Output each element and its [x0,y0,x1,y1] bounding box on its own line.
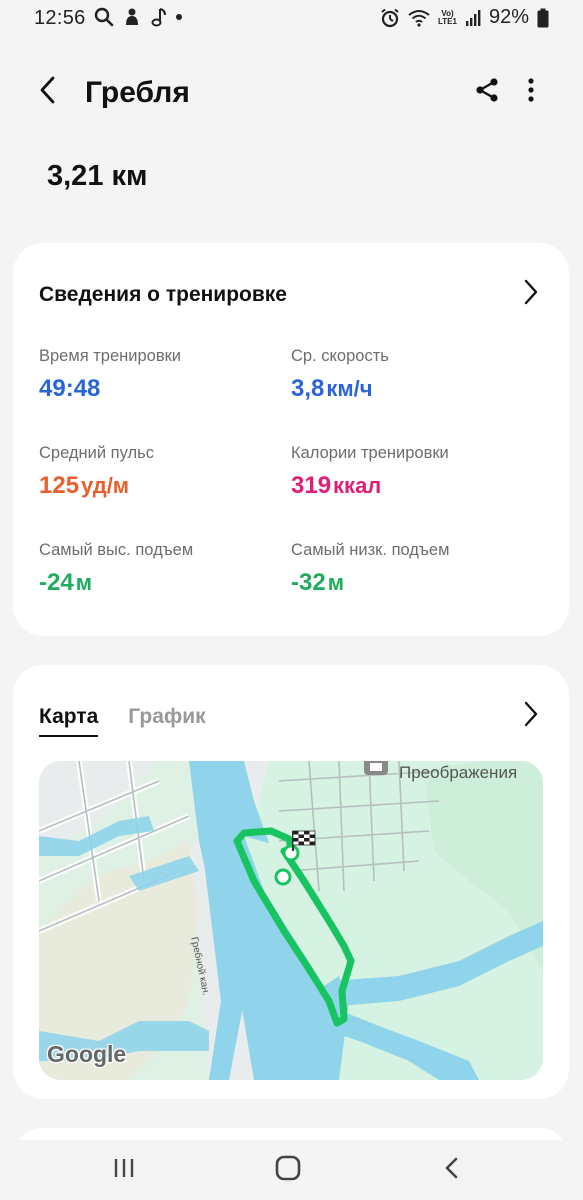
app-bar: Гребля [0,60,583,124]
stat-value: -32м [291,569,344,596]
status-bar: 12:56 Vo) LTE1 92% [0,0,583,36]
share-icon [474,77,500,108]
share-button[interactable] [470,74,504,110]
recent-apps-button[interactable] [104,1154,144,1186]
stat-unit: м [327,570,344,595]
stat-label: Средний пульс [39,444,154,462]
home-icon [275,1155,301,1186]
stat-avg-heart-rate: Средний пульс 125уд/м [39,444,279,500]
back-button[interactable] [30,74,66,110]
alarm-icon [380,7,400,29]
more-vert-icon [527,77,535,108]
stat-avg-speed: Ср. скорость 3,8км/ч [291,347,531,403]
map-open-button[interactable] [517,699,545,733]
total-distance: 3,21 км [47,160,148,192]
stat-unit: уд/м [81,473,130,498]
stat-value: -24м [39,569,92,596]
wifi-icon [408,7,430,29]
map-card: Карта График Преображения Гребной кан. G… [13,665,569,1099]
volte-icon: Vo) LTE1 [438,8,457,26]
back-nav-button[interactable] [432,1154,472,1186]
stat-label: Ср. скорость [291,347,389,365]
map-canvas [39,761,543,1080]
stat-workout-time: Время тренировки 49:48 [39,347,279,403]
stat-max-elevation: Самый выс. подъем -24м [39,541,279,597]
stat-unit: км/ч [326,376,373,401]
signal-icon [465,7,481,29]
stat-value: 319ккал [291,472,382,499]
battery-icon [537,7,549,29]
status-left-icons [94,6,183,28]
music-note-icon [150,6,166,28]
workout-details-card: Сведения о тренировке Время тренировки 4… [13,243,569,636]
tab-map[interactable]: Карта [39,705,99,737]
map-place-label: Преображения [399,763,518,782]
stat-value: 49:48 [39,375,101,402]
google-logo: Google [47,1041,127,1067]
home-button[interactable] [268,1154,308,1186]
workout-details-header: Сведения о тренировке [39,283,287,306]
search-icon [94,6,114,28]
stat-label: Время тренировки [39,347,182,365]
stat-label: Калории тренировки [291,444,449,462]
status-time: 12:56 [34,7,86,29]
stat-calories: Калории тренировки 319ккал [291,444,531,500]
back-nav-icon [444,1156,460,1185]
workout-details-open-button[interactable] [517,277,545,311]
status-right-icons: Vo) LTE1 92% [380,6,549,29]
more-notifications-dot-icon [175,6,183,28]
app-notification-icon [123,6,141,28]
stat-label: Самый низк. подъем [291,541,450,559]
route-map[interactable]: Преображения Гребной кан. Google [39,761,543,1080]
chevron-right-icon [523,278,539,311]
stat-unit: м [75,570,92,595]
stat-min-elevation: Самый низк. подъем -32м [291,541,531,597]
arrow-back-icon [38,75,58,110]
stat-label: Самый выс. подъем [39,541,194,559]
page-title: Гребля [85,76,190,109]
stat-value: 125уд/м [39,472,130,499]
chevron-right-icon [523,700,539,733]
map-tabs: Карта График [39,705,206,737]
battery-percent: 92% [488,6,529,28]
tab-graph[interactable]: График [128,705,205,737]
stat-unit: ккал [333,473,382,498]
recent-apps-icon [112,1157,136,1184]
more-options-button[interactable] [516,74,546,110]
system-nav-bar [0,1140,583,1200]
stat-value: 3,8км/ч [291,375,373,402]
